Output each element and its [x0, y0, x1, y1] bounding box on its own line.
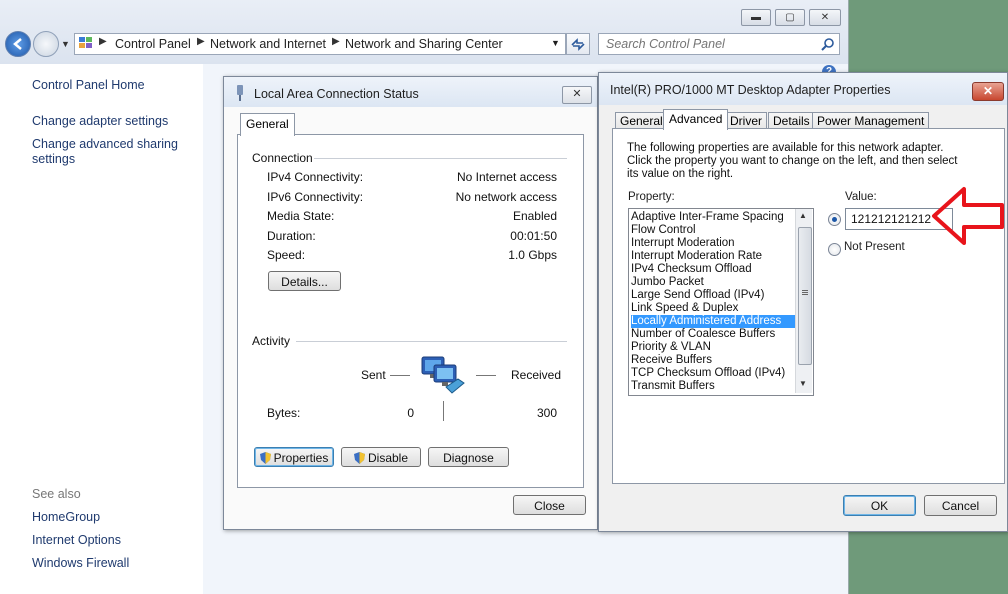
back-button[interactable]: [5, 31, 31, 57]
divider: [296, 341, 567, 342]
scroll-up-icon[interactable]: ▲: [799, 211, 807, 220]
disable-button-label: Disable: [367, 451, 409, 465]
details-button[interactable]: Details...: [268, 271, 341, 291]
left-nav-pane: Control Panel Home Change adapter settin…: [0, 64, 203, 594]
ipv6-connectivity-label: IPv6 Connectivity:: [267, 190, 364, 204]
property-item[interactable]: Transmit Buffers: [631, 380, 719, 393]
close-window-button[interactable]: ✕: [809, 9, 841, 26]
bytes-received-value: 300: [536, 406, 557, 420]
uac-shield-icon: [259, 452, 271, 464]
disable-button[interactable]: Disable: [341, 447, 421, 467]
media-state-label: Media State:: [267, 209, 335, 223]
activity-group-title: Activity: [252, 334, 291, 348]
tab-advanced[interactable]: Advanced: [663, 109, 729, 130]
property-item[interactable]: Link Speed & Duplex: [631, 302, 742, 315]
property-item[interactable]: Flow Control: [631, 224, 700, 237]
nav-windows-firewall[interactable]: Windows Firewall: [32, 556, 129, 570]
nav-control-panel-home[interactable]: Control Panel Home: [32, 78, 145, 92]
scroll-down-icon[interactable]: ▼: [799, 379, 807, 388]
thumb-grip-icon: [802, 290, 808, 291]
property-item[interactable]: Number of Coalesce Buffers: [631, 328, 779, 341]
property-item[interactable]: TCP Checksum Offload (IPv4): [631, 367, 789, 380]
sent-line: [390, 375, 410, 376]
property-item[interactable]: Priority & VLAN: [631, 341, 715, 354]
speed-label: Speed:: [267, 248, 306, 262]
breadcrumb-network-internet[interactable]: Network and Internet: [210, 37, 326, 51]
value-radio[interactable]: [828, 213, 841, 226]
bytes-sent-value: 0: [407, 406, 414, 420]
divider: [314, 158, 567, 159]
ipv6-connectivity-value: No network access: [455, 190, 557, 204]
connection-group-title: Connection: [252, 151, 313, 165]
breadcrumb-separator-icon: ▶: [99, 36, 107, 47]
nav-internet-options[interactable]: Internet Options: [32, 533, 121, 547]
back-arrow-icon: [13, 38, 22, 50]
properties-button[interactable]: Properties: [254, 447, 334, 467]
control-panel-icon: [79, 37, 92, 48]
property-item[interactable]: Interrupt Moderation: [631, 237, 739, 250]
cancel-button[interactable]: Cancel: [924, 495, 997, 516]
received-label: Received: [511, 368, 562, 382]
search-box[interactable]: [598, 33, 840, 55]
tab-general[interactable]: General: [240, 113, 295, 136]
general-tab-panel: [237, 134, 584, 488]
recent-pages-chevron-icon[interactable]: ▼: [61, 39, 70, 49]
search-input[interactable]: [604, 34, 818, 54]
breadcrumb-separator-icon: ▶: [197, 36, 205, 47]
bytes-divider: [443, 401, 444, 421]
ipv4-connectivity-value: No Internet access: [456, 170, 557, 184]
refresh-icon: [571, 38, 585, 51]
address-dropdown-icon[interactable]: ▼: [551, 38, 560, 48]
breadcrumb-separator-icon: ▶: [332, 36, 340, 47]
property-item[interactable]: Large Send Offload (IPv4): [631, 289, 768, 302]
property-list-scrollbar[interactable]: ▲ ▼: [795, 209, 812, 393]
value-label: Value:: [845, 191, 877, 203]
forward-button[interactable]: [33, 31, 59, 57]
adapter-dialog-title: Intel(R) PRO/1000 MT Desktop Adapter Pro…: [610, 83, 891, 97]
duration-label: Duration:: [267, 229, 316, 243]
nav-homegroup[interactable]: HomeGroup: [32, 510, 100, 524]
ipv4-connectivity-label: IPv4 Connectivity:: [267, 170, 364, 184]
sent-label: Sent: [361, 368, 386, 382]
property-item[interactable]: Receive Buffers: [631, 354, 716, 367]
property-item[interactable]: Adaptive Inter-Frame Spacing: [631, 211, 788, 224]
received-line: [476, 375, 496, 376]
annotation-arrow-icon: [932, 187, 1004, 245]
address-bar[interactable]: ▶ Control Panel ▶ Network and Internet ▶…: [74, 33, 566, 55]
uac-shield-icon: [353, 452, 365, 464]
ok-button[interactable]: OK: [843, 495, 916, 516]
speed-value: 1.0 Gbps: [508, 248, 557, 262]
property-item[interactable]: Interrupt Moderation Rate: [631, 250, 766, 263]
duration-value: 00:01:50: [510, 229, 557, 243]
not-present-label: Not Present: [844, 241, 905, 253]
minimize-button[interactable]: ▬: [741, 9, 771, 26]
diagnose-button[interactable]: Diagnose: [428, 447, 509, 467]
search-icon[interactable]: [821, 37, 835, 51]
close-button[interactable]: Close: [513, 495, 586, 515]
bytes-label: Bytes:: [267, 406, 301, 420]
property-item[interactable]: IPv4 Checksum Offload: [631, 263, 756, 276]
property-item-selected[interactable]: Locally Administered Address: [631, 315, 795, 328]
not-present-radio[interactable]: [828, 243, 841, 256]
scrollbar-thumb[interactable]: [798, 227, 812, 365]
nav-change-adapter-settings[interactable]: Change adapter settings: [32, 114, 168, 128]
property-label: Property:: [628, 191, 675, 203]
status-dialog-title: Local Area Connection Status: [254, 87, 419, 101]
refresh-button[interactable]: [566, 33, 590, 55]
breadcrumb-control-panel[interactable]: Control Panel: [115, 37, 191, 51]
media-state-value: Enabled: [512, 209, 557, 223]
property-item[interactable]: Jumbo Packet: [631, 276, 708, 289]
network-computers-icon: [421, 356, 465, 394]
advanced-description: The following properties are available f…: [627, 142, 958, 180]
properties-button-label: Properties: [273, 451, 329, 465]
nav-change-advanced-sharing[interactable]: Change advanced sharing settings: [32, 137, 182, 167]
property-listbox[interactable]: Adaptive Inter-Frame Spacing Flow Contro…: [628, 208, 814, 396]
maximize-button[interactable]: ▢: [775, 9, 805, 26]
see-also-heading: See also: [32, 487, 81, 501]
status-dialog-close-icon[interactable]: ✕: [562, 86, 592, 104]
breadcrumb-network-sharing-center[interactable]: Network and Sharing Center: [345, 37, 503, 51]
connection-status-dialog: Local Area Connection Status ✕ General C…: [223, 76, 598, 530]
network-adapter-icon: [237, 85, 243, 101]
adapter-dialog-close-icon[interactable]: ✕: [972, 82, 1004, 101]
